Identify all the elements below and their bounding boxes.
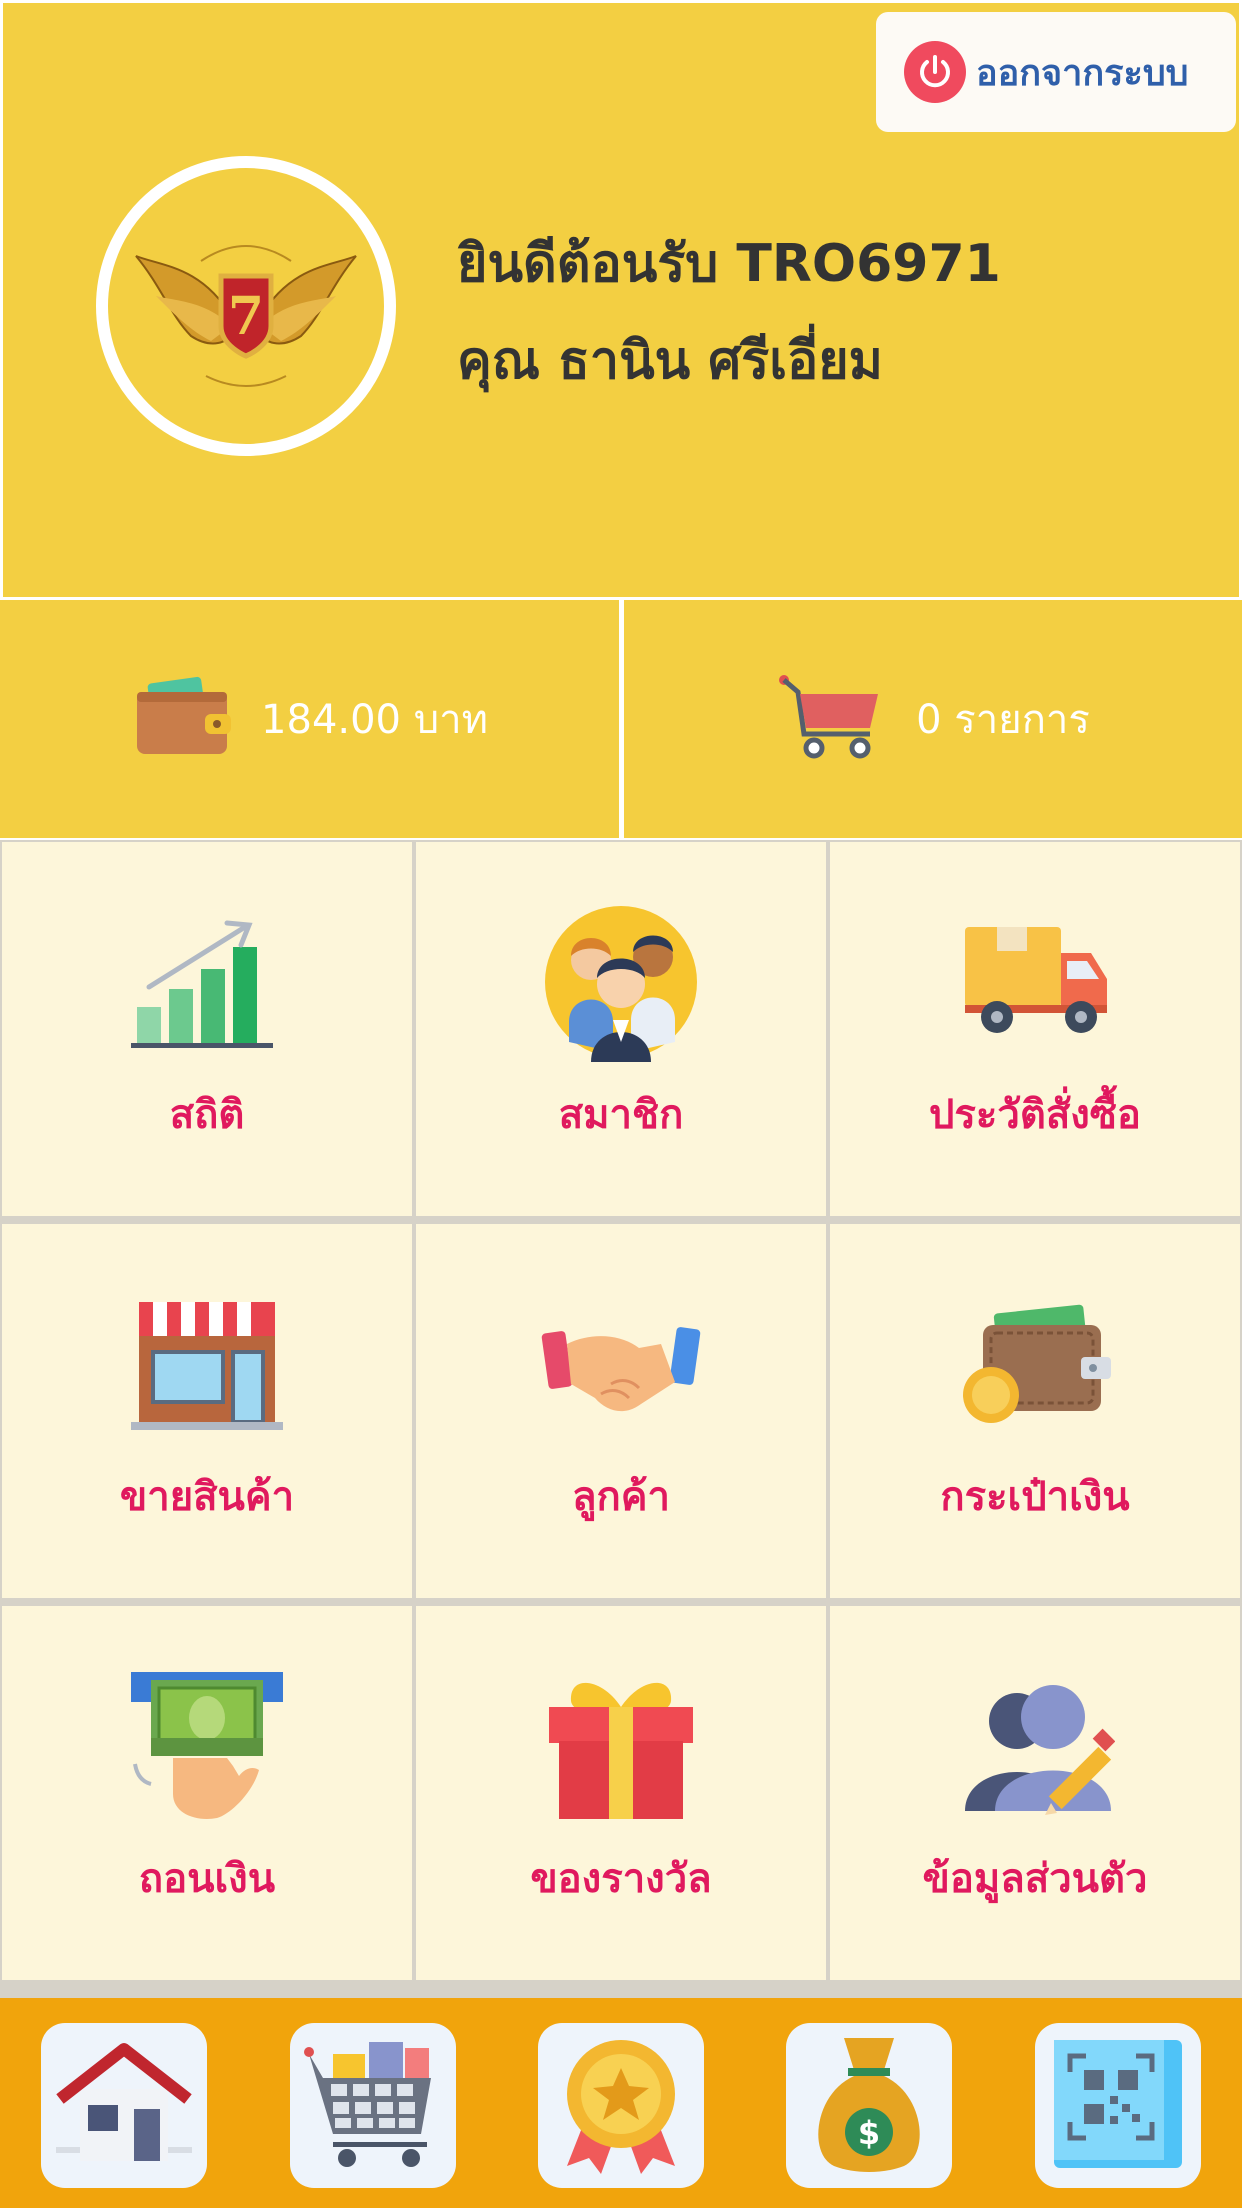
menu-item-profile[interactable]: ข้อมูลส่วนตัว (830, 1606, 1240, 1980)
members-icon (541, 902, 701, 1062)
menu-label: สมาชิก (558, 1092, 684, 1138)
menu-item-order-history[interactable]: ประวัติสั่งซื้อ (830, 842, 1240, 1216)
welcome-text: ยินดีต้อนรับ TRO6971 (457, 234, 1001, 294)
menu-item-wallet[interactable]: กระเป๋าเงิน (830, 1224, 1240, 1598)
menu-item-withdraw[interactable]: ถอนเงิน (2, 1606, 412, 1980)
user-name: คุณ ธานิน ศรีเอี่ยม (457, 331, 883, 391)
nav-cart[interactable] (290, 2023, 456, 2188)
cart-count: 0 รายการ (916, 697, 1090, 743)
menu-item-customers[interactable]: ลูกค้า (416, 1224, 826, 1598)
balance-value: 184.00 บาท (261, 697, 488, 743)
wallet-icon (955, 1284, 1115, 1444)
power-icon (904, 41, 966, 103)
stats-row: 184.00 บาท 0 รายการ (0, 600, 1242, 840)
statistics-chart-icon (127, 902, 287, 1062)
handshake-icon (541, 1284, 701, 1444)
logout-label: ออกจากระบบ (976, 52, 1189, 94)
wallet-balance[interactable]: 184.00 บาท (0, 600, 619, 838)
nav-rewards[interactable] (538, 2023, 704, 2188)
menu-label: สถิติ (169, 1092, 245, 1138)
logout-button[interactable]: ออกจากระบบ (876, 12, 1236, 132)
cart-icon (776, 672, 886, 766)
nav-income[interactable]: $ (786, 2023, 952, 2188)
profile-header: ออกจากระบบ 7 ยินดีต้อนรับ TRO6971 คุณ ธา… (0, 0, 1242, 600)
svg-text:$: $ (858, 2114, 880, 2152)
award-medal-icon (551, 2034, 691, 2178)
nav-home[interactable] (41, 2023, 207, 2188)
menu-item-rewards[interactable]: ของรางวัล (416, 1606, 826, 1980)
withdraw-cash-icon (127, 1666, 287, 1826)
nav-qr[interactable] (1035, 2023, 1201, 2188)
cart-summary[interactable]: 0 รายการ (624, 600, 1242, 838)
money-bag-icon: $ (804, 2034, 934, 2178)
menu-label: ข้อมูลส่วนตัว (922, 1856, 1148, 1902)
menu-label: ขายสินค้า (119, 1474, 295, 1520)
menu-grid: สถิติ สมาชิก ประวัติสั่งซื้อ ขายสินค้า ล… (0, 840, 1242, 2000)
shop-icon (127, 1284, 287, 1444)
menu-item-members[interactable]: สมาชิก (416, 842, 826, 1216)
gift-icon (541, 1666, 701, 1826)
menu-label: กระเป๋าเงิน (940, 1474, 1130, 1520)
wallet-icon (131, 672, 232, 766)
menu-label: ถอนเงิน (138, 1856, 276, 1902)
company-logo: 7 (96, 156, 396, 456)
menu-item-sell-products[interactable]: ขายสินค้า (2, 1224, 412, 1598)
cart-icon (303, 2034, 443, 2178)
bottom-navigation: $ (0, 1998, 1242, 2208)
delivery-truck-icon (955, 902, 1115, 1062)
menu-label: ลูกค้า (572, 1474, 670, 1520)
menu-label: ประวัติสั่งซื้อ (929, 1092, 1141, 1138)
menu-item-statistics[interactable]: สถิติ (2, 842, 412, 1216)
qr-code-icon (1048, 2034, 1188, 2178)
menu-label: ของรางวัล (530, 1856, 712, 1902)
profile-icon (955, 1666, 1115, 1826)
home-icon (54, 2039, 194, 2173)
svg-text:7: 7 (228, 286, 264, 347)
